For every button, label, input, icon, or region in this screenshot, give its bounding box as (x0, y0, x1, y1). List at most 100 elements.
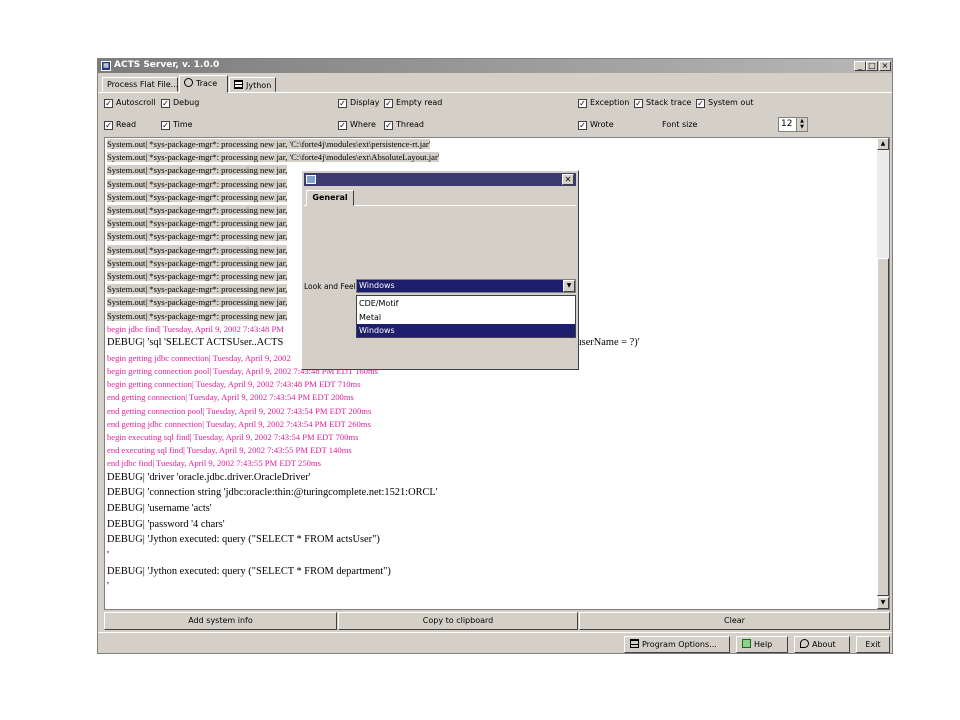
close-button[interactable]: × (879, 61, 891, 71)
dialog-title-bar[interactable]: ✕ (304, 173, 576, 186)
log-line: System.out| *sys-package-mgr*: processin… (107, 218, 288, 229)
look-and-feel-select[interactable]: Windows ▼ (356, 279, 576, 293)
check-icon: ✓ (161, 121, 170, 130)
about-icon (800, 639, 809, 648)
add-system-info-button[interactable]: Add system info (104, 612, 337, 630)
check-icon: ✓ (338, 99, 347, 108)
dropdown-option-windows[interactable]: Windows (357, 324, 575, 337)
vertical-scrollbar[interactable]: ▲ ▼ (877, 138, 889, 609)
minimize-button[interactable]: _ (854, 61, 866, 71)
wrote-label: Wrote (590, 120, 614, 129)
exit-button[interactable]: Exit (856, 636, 890, 653)
clear-button[interactable]: Clear (579, 612, 890, 630)
log-line: end getting connection| Tuesday, April 9… (107, 392, 354, 403)
log-line-tail: (userName = ?)' (573, 337, 640, 348)
font-size-value: 12 (781, 119, 793, 129)
app-icon: ▦ (101, 61, 111, 71)
look-and-feel-dialog: ✕ General Look and Feel Windows ▼ CDE/Mo… (301, 170, 579, 370)
tab-process-flat-file[interactable]: Process Flat File... (102, 77, 178, 92)
log-line: end getting jdbc connection| Tuesday, Ap… (107, 418, 371, 429)
dropdown-option-metal[interactable]: Metal (357, 311, 575, 324)
log-line: begin getting connection| Tuesday, April… (107, 379, 361, 390)
trace-icon (184, 78, 193, 87)
autoscroll-checkbox[interactable]: ✓ Autoscroll (104, 97, 156, 109)
log-line: System.out| *sys-package-mgr*: processin… (107, 284, 288, 295)
stack-trace-checkbox[interactable]: ✓ Stack trace (634, 97, 691, 109)
log-line: System.out| *sys-package-mgr*: processin… (107, 139, 431, 149)
log-line: begin executing sql find| Tuesday, April… (107, 431, 359, 442)
empty-read-label: Empty read (396, 98, 443, 107)
check-icon: ✓ (161, 99, 170, 108)
dialog-close-icon[interactable]: ✕ (562, 174, 574, 185)
log-line: end jdbc find| Tuesday, April 9, 2002 7:… (107, 458, 321, 469)
exception-label: Exception (590, 98, 630, 107)
help-button[interactable]: Help (736, 636, 788, 653)
program-options-button[interactable]: Program Options... (624, 636, 730, 653)
window-title: ACTS Server, v. 1.0.0 (114, 60, 220, 70)
scroll-down-icon[interactable]: ▼ (877, 597, 889, 609)
exception-checkbox[interactable]: ✓ Exception (578, 97, 629, 109)
time-checkbox[interactable]: ✓ Time (161, 119, 193, 131)
read-checkbox[interactable]: ✓ Read (104, 119, 136, 131)
log-line: ' (107, 550, 109, 561)
log-line: System.out| *sys-package-mgr*: processin… (107, 271, 288, 281)
title-bar[interactable]: ▦ ACTS Server, v. 1.0.0 _ □ × (98, 59, 892, 73)
status-bar: Program Options... Help About Exit (98, 632, 892, 655)
empty-read-checkbox[interactable]: ✓ Empty read (384, 97, 442, 109)
scroll-up-icon[interactable]: ▲ (877, 138, 889, 150)
chevron-down-icon[interactable]: ▼ (563, 280, 575, 292)
font-size-spinner[interactable]: 12 ▲ ▼ (778, 117, 808, 132)
spinner-arrows-icon[interactable]: ▲ ▼ (796, 118, 807, 131)
help-icon (742, 639, 751, 648)
debug-checkbox[interactable]: ✓ Debug (161, 97, 199, 109)
stack-trace-label: Stack trace (646, 98, 692, 107)
log-line: System.out| *sys-package-mgr*: processin… (107, 178, 288, 189)
thread-checkbox[interactable]: ✓ Thread (384, 119, 424, 131)
tab-general[interactable]: General (306, 190, 354, 206)
maximize-button[interactable]: □ (866, 61, 878, 71)
about-button[interactable]: About (794, 636, 850, 653)
check-icon: ✓ (578, 99, 587, 108)
log-line: System.out| *sys-package-mgr*: processin… (107, 205, 288, 215)
debug-label: Debug (173, 98, 200, 107)
log-line: System.out| *sys-package-mgr*: processin… (107, 231, 288, 242)
log-line: DEBUG| 'password '4 chars' (107, 518, 225, 530)
log-line: System.out| *sys-package-mgr*: processin… (107, 244, 288, 255)
log-line: System.out| *sys-package-mgr*: processin… (107, 165, 288, 176)
tab-label: Trace (196, 79, 218, 88)
program-options-label: Program Options... (642, 640, 717, 649)
about-label: About (812, 640, 836, 649)
check-icon: ✓ (634, 99, 643, 108)
check-icon: ✓ (384, 99, 393, 108)
check-icon: ✓ (578, 121, 587, 130)
wrote-checkbox[interactable]: ✓ Wrote (578, 119, 614, 131)
tab-jython[interactable]: Jython (229, 77, 276, 92)
check-icon: ✓ (696, 99, 705, 108)
tab-trace[interactable]: Trace (179, 75, 228, 93)
jython-icon (234, 80, 243, 89)
dialog-app-icon (306, 175, 316, 184)
log-line: DEBUG| 'Jython executed: query ("SELECT … (107, 534, 380, 546)
tab-label: Process Flat File... (107, 80, 179, 89)
copy-to-clipboard-button[interactable]: Copy to clipboard (338, 612, 578, 630)
system-out-label: System out (708, 98, 754, 107)
log-line: begin getting jdbc connection| Tuesday, … (107, 352, 291, 363)
log-line: System.out| *sys-package-mgr*: processin… (107, 257, 288, 268)
check-icon: ✓ (104, 99, 113, 108)
system-out-checkbox[interactable]: ✓ System out (696, 97, 753, 109)
time-label: Time (173, 120, 193, 129)
log-line: DEBUG| 'connection string 'jdbc:oracle:t… (107, 487, 438, 499)
tab-label: Jython (246, 81, 272, 90)
look-and-feel-dropdown: CDE/Motif Metal Windows (356, 295, 576, 338)
log-line: System.out| *sys-package-mgr*: processin… (107, 191, 288, 202)
where-checkbox[interactable]: ✓ Where (338, 119, 376, 131)
display-checkbox[interactable]: ✓ Display (338, 97, 380, 109)
log-line: DEBUG| 'Jython executed: query ("SELECT … (107, 565, 391, 577)
display-label: Display (350, 98, 380, 107)
log-line: System.out| *sys-package-mgr*: processin… (107, 310, 288, 321)
dropdown-option-cde-motif[interactable]: CDE/Motif (357, 297, 575, 310)
scroll-thumb[interactable] (877, 258, 889, 596)
autoscroll-label: Autoscroll (116, 98, 156, 107)
help-label: Help (754, 640, 773, 649)
log-line: DEBUG| 'driver 'oracle.jdbc.driver.Oracl… (107, 471, 311, 483)
